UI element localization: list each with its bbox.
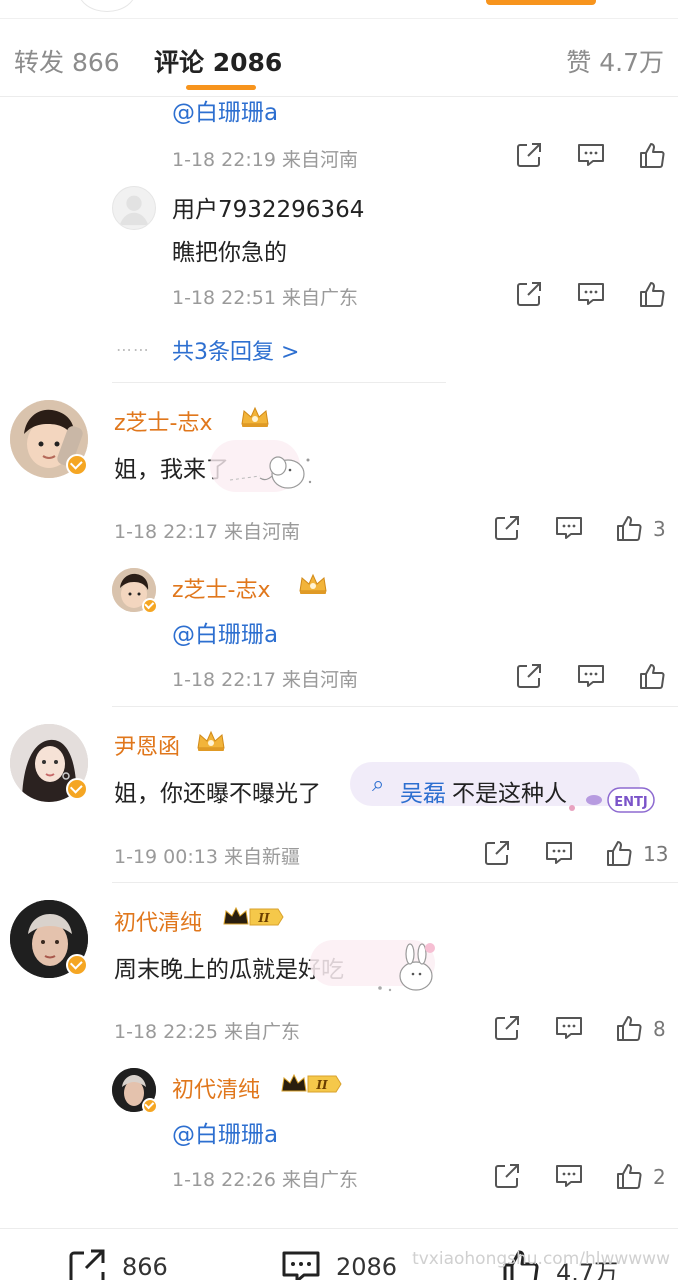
avatar[interactable]	[112, 186, 156, 230]
comment-icon[interactable]	[554, 1013, 584, 1043]
search-icon[interactable]: ⌕	[372, 772, 384, 797]
crown-icon	[196, 730, 226, 752]
reply-mention[interactable]: @白珊珊a	[172, 98, 278, 127]
watermark: tvxiaohongshu.com/hlwwwww	[412, 1249, 670, 1269]
comment-icon[interactable]	[544, 838, 574, 868]
comment-icon[interactable]	[554, 513, 584, 543]
share-icon[interactable]	[492, 1013, 522, 1043]
header-fragment	[0, 0, 678, 18]
share-icon[interactable]	[492, 513, 522, 543]
member-level-label: II	[257, 911, 270, 925]
thumbs-up-icon[interactable]	[614, 513, 644, 543]
thumbs-up-icon[interactable]	[604, 838, 634, 868]
crown-icon	[240, 406, 270, 428]
share-icon[interactable]	[514, 661, 544, 691]
comment-icon[interactable]	[576, 661, 606, 691]
reply-meta: 1-18 22:26 来自广东	[172, 1169, 358, 1191]
divider	[112, 882, 678, 883]
comment-icon[interactable]	[576, 140, 606, 170]
entj-sticker-label: ENTJ	[614, 795, 647, 810]
share-icon[interactable]	[514, 279, 544, 309]
comment-username[interactable]: z芝士-志x	[114, 405, 213, 437]
reply-username[interactable]: 初代清纯	[172, 1072, 260, 1104]
reply-meta: 1-18 22:17 来自河南	[172, 669, 358, 691]
verified-badge-icon	[142, 1098, 158, 1114]
comment-count[interactable]: 2086	[336, 1253, 397, 1280]
active-tab-indicator	[186, 85, 256, 90]
comment-icon[interactable]	[576, 279, 606, 309]
like-count: 13	[643, 842, 669, 866]
post-avatar-edge	[78, 0, 136, 12]
comment-username[interactable]: 初代清纯	[114, 905, 202, 937]
tab-likes[interactable]: 赞 4.7万	[566, 43, 664, 79]
reply-mention[interactable]: @白珊珊a	[172, 615, 278, 649]
comment-text: 姐，你还曝不曝光了	[114, 781, 321, 807]
comment-username[interactable]: 尹恩函	[114, 729, 180, 761]
comment-icon[interactable]	[280, 1247, 322, 1280]
verified-badge-icon	[66, 954, 88, 976]
thumbs-up-icon[interactable]	[637, 140, 667, 170]
more-replies-link[interactable]: 共3条回复 >	[172, 334, 299, 366]
bunny-sticker-icon	[310, 934, 445, 998]
reply-meta: 1-18 22:19 来自河南	[172, 149, 358, 171]
reply-mention[interactable]: @白珊珊a	[172, 1115, 278, 1149]
follow-button-edge[interactable]	[486, 0, 596, 5]
member-level-badge: II	[222, 906, 284, 928]
verified-badge-icon	[66, 454, 88, 476]
crown-icon	[298, 573, 328, 595]
comment-feed[interactable]: @白珊珊a 1-18 22:19 来自河南 用户7932296364 瞧把你急的…	[0, 98, 678, 1228]
share-icon[interactable]	[514, 140, 544, 170]
comment-meta: 1-18 22:17 来自河南	[114, 521, 300, 543]
repost-count[interactable]: 866	[122, 1253, 168, 1280]
like-count: 2	[653, 1165, 666, 1189]
share-icon[interactable]	[482, 838, 512, 868]
share-icon[interactable]	[66, 1247, 108, 1280]
like-count: 8	[653, 1017, 666, 1041]
share-icon[interactable]	[492, 1161, 522, 1191]
dotted-separator: ⋯⋯	[116, 340, 150, 359]
member-level-label: II	[315, 1078, 328, 1092]
reply-meta: 1-18 22:51 来自广东	[172, 287, 358, 309]
comment-icon[interactable]	[554, 1161, 584, 1191]
verified-badge-icon	[66, 778, 88, 800]
reply-username[interactable]: z芝士-志x	[172, 572, 271, 604]
thumbs-up-icon[interactable]	[637, 279, 667, 309]
divider	[112, 382, 446, 383]
comment-tabs: 转发 866 评论 2086 赞 4.7万	[0, 19, 678, 97]
thumbs-up-icon[interactable]	[614, 1161, 644, 1191]
elephant-sticker-icon	[210, 436, 315, 498]
member-level-badge: II	[280, 1073, 342, 1095]
reply-username[interactable]: 用户7932296364	[172, 190, 364, 224]
thumbs-up-icon[interactable]	[614, 1013, 644, 1043]
verified-badge-icon	[142, 598, 158, 614]
tab-repost[interactable]: 转发 866	[14, 43, 120, 79]
reply-text: 瞧把你急的	[172, 240, 287, 266]
tab-comments[interactable]: 评论 2086	[154, 43, 282, 79]
thumbs-up-icon[interactable]	[637, 661, 667, 691]
like-count: 3	[653, 517, 666, 541]
comment-text: 不是这种人	[452, 781, 567, 807]
bottom-action-bar: 866 2086 4.7万 tvxiaohongshu.com/hlwwwww	[0, 1228, 678, 1280]
comment-meta: 1-18 22:25 来自广东	[114, 1021, 300, 1043]
divider	[112, 706, 678, 707]
search-topic-link[interactable]: 吴磊	[400, 774, 446, 808]
comment-meta: 1-19 00:13 来自新疆	[114, 846, 300, 868]
